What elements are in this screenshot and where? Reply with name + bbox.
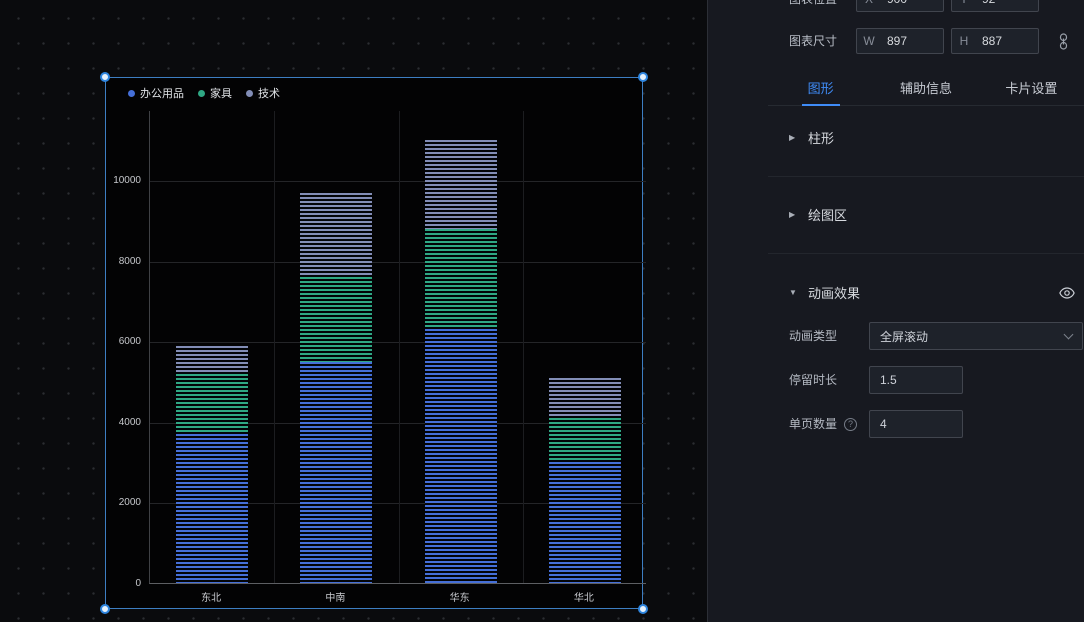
section-animation-label: 动画效果	[808, 283, 860, 302]
design-canvas[interactable]: 办公用品 家具 技术 0 2000 4000 6000 8000 10000 东北中南华东华北	[0, 0, 707, 622]
resize-handle-bottom-right[interactable]	[638, 604, 648, 614]
position-y-group: Y	[951, 0, 1039, 12]
legend-label: 家具	[210, 85, 232, 101]
bar-segment	[549, 418, 621, 462]
chevron-down-icon	[1064, 329, 1074, 339]
y-tick-label: 2000	[104, 497, 141, 508]
bar-segment	[176, 374, 248, 434]
gridline	[399, 111, 400, 583]
tab-card-settings-label: 卡片设置	[1005, 78, 1057, 97]
tab-graph[interactable]: 图形	[768, 70, 873, 105]
bar-segment	[549, 378, 621, 418]
chart-position-row: 图表位置 X Y	[708, 0, 1084, 12]
size-w-input[interactable]	[881, 34, 943, 48]
section-divider	[768, 176, 1084, 177]
section-divider	[768, 253, 1084, 254]
bar-segment	[300, 193, 372, 278]
position-y-input[interactable]	[976, 0, 1038, 6]
y-tick-label: 4000	[104, 417, 141, 428]
y-tick-label: 8000	[104, 256, 141, 267]
position-x-prefix: X	[857, 0, 881, 6]
bar-segment	[176, 346, 248, 374]
legend-dot-icon	[128, 90, 135, 97]
page-count-label: 单页数量	[789, 410, 837, 438]
gridline	[274, 111, 275, 583]
bar-segment	[425, 329, 497, 583]
bar-segment	[300, 362, 372, 583]
tab-card-settings[interactable]: 卡片设置	[979, 70, 1084, 105]
legend-label: 技术	[258, 85, 280, 101]
panel-tabs: 图形 辅助信息 卡片设置	[768, 70, 1084, 106]
y-tick-label: 6000	[104, 336, 141, 347]
position-x-input[interactable]	[881, 0, 943, 6]
size-h-prefix: H	[952, 34, 976, 48]
x-tick-label: 华北	[522, 589, 646, 604]
caret-right-icon: ▶	[789, 210, 799, 219]
resize-handle-top-left[interactable]	[100, 72, 110, 82]
chart-position-label: 图表位置	[789, 0, 837, 12]
legend-item[interactable]: 办公用品	[128, 85, 184, 101]
legend-item[interactable]: 家具	[198, 85, 232, 101]
resize-handle-top-right[interactable]	[638, 72, 648, 82]
chart-legend: 办公用品 家具 技术	[128, 85, 280, 101]
x-tick-label: 东北	[149, 589, 273, 604]
section-animation[interactable]: ▼ 动画效果	[789, 281, 860, 303]
size-w-group: W	[856, 28, 944, 54]
settings-panel: 图表位置 X Y 图表尺寸 W H	[707, 0, 1084, 622]
x-tick-label: 中南	[273, 589, 397, 604]
caret-right-icon: ▶	[789, 133, 799, 142]
gridline	[523, 111, 524, 583]
position-y-prefix: Y	[952, 0, 976, 6]
size-h-input[interactable]	[976, 34, 1038, 48]
animation-type-label: 动画类型	[789, 322, 837, 350]
plot-area	[149, 111, 646, 584]
resize-handle-bottom-left[interactable]	[100, 604, 110, 614]
section-plot-area[interactable]: ▶ 绘图区	[789, 203, 847, 225]
bar-segment	[300, 277, 372, 362]
stay-duration-input[interactable]	[869, 366, 963, 394]
chart-widget[interactable]: 办公用品 家具 技术 0 2000 4000 6000 8000 10000 东北中南华东华北	[105, 77, 643, 609]
section-bar-shape-label: 柱形	[808, 128, 834, 147]
animation-type-select[interactable]: 全屏滚动	[869, 322, 1083, 350]
section-bar-shape[interactable]: ▶ 柱形	[789, 126, 834, 148]
bar-segment	[176, 434, 248, 583]
section-plot-area-label: 绘图区	[808, 205, 847, 224]
tab-aux-info-label: 辅助信息	[900, 78, 952, 97]
bar-segment	[425, 229, 497, 330]
help-icon[interactable]: ?	[844, 418, 857, 431]
legend-dot-icon	[198, 90, 205, 97]
y-tick-label: 0	[104, 578, 141, 589]
position-x-group: X	[856, 0, 944, 12]
tab-graph-label: 图形	[808, 78, 834, 97]
size-w-prefix: W	[857, 34, 881, 48]
y-axis-labels: 0200040006000800010000	[106, 111, 143, 584]
tab-aux-info[interactable]: 辅助信息	[873, 70, 978, 105]
chart-size-label: 图表尺寸	[789, 28, 837, 54]
legend-dot-icon	[246, 90, 253, 97]
eye-icon[interactable]	[1058, 286, 1076, 300]
y-tick-label: 10000	[104, 175, 141, 186]
bar-segment	[549, 462, 621, 583]
aspect-link-icon[interactable]	[1055, 31, 1071, 51]
stay-duration-label: 停留时长	[789, 366, 837, 394]
bar-segment	[425, 140, 497, 229]
legend-label: 办公用品	[140, 85, 184, 101]
animation-type-value: 全屏滚动	[880, 328, 928, 345]
app-root: 办公用品 家具 技术 0 2000 4000 6000 8000 10000 东北中南华东华北…	[0, 0, 1084, 622]
page-count-input[interactable]	[869, 410, 963, 438]
chart-size-row: 图表尺寸 W H	[708, 28, 1084, 54]
x-tick-label: 华东	[398, 589, 522, 604]
x-axis-labels: 东北中南华东华北	[149, 589, 646, 603]
caret-down-icon: ▼	[789, 288, 799, 297]
legend-item[interactable]: 技术	[246, 85, 280, 101]
size-h-group: H	[951, 28, 1039, 54]
